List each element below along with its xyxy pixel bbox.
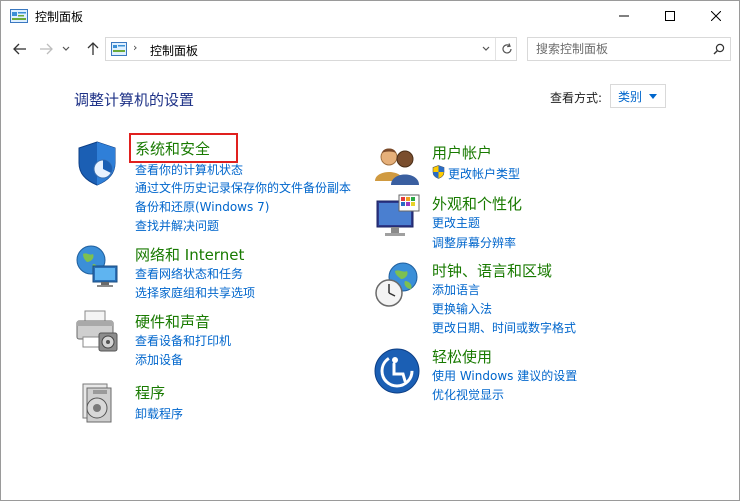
chevron-down-icon: [482, 46, 490, 51]
refresh-button[interactable]: [495, 38, 517, 60]
link-windows-recommended-settings[interactable]: 使用 Windows 建议的设置: [432, 367, 577, 384]
highlight-annotation: [129, 133, 238, 163]
address-dropdown-button[interactable]: [477, 38, 495, 60]
chevron-down-icon: [62, 46, 70, 51]
minimize-button[interactable]: [601, 1, 647, 31]
clock-globe-icon: [375, 262, 418, 307]
maximize-button[interactable]: [647, 1, 693, 31]
control-panel-window: 控制面板 › 控制面板 搜索控制面板 调整计算机的设置 查看方式: 类别 系统和…: [0, 0, 740, 501]
user-accounts-icon: [375, 148, 419, 185]
link-view-computer-status[interactable]: 查看你的计算机状态: [135, 161, 243, 178]
link-network-status[interactable]: 查看网络状态和任务: [135, 265, 243, 282]
ease-of-access-icon: [374, 348, 420, 394]
address-bar[interactable]: › 控制面板: [105, 37, 517, 61]
link-change-theme[interactable]: 更改主题: [432, 214, 480, 231]
search-input[interactable]: [528, 38, 708, 60]
uac-shield-icon: [432, 165, 445, 179]
refresh-icon: [501, 43, 512, 54]
shield-icon: [78, 141, 116, 186]
link-homegroup-sharing[interactable]: 选择家庭组和共享选项: [135, 284, 255, 301]
close-button[interactable]: [693, 1, 739, 31]
control-panel-icon: [10, 9, 28, 23]
forward-button[interactable]: [35, 38, 57, 60]
link-optimize-visual-display[interactable]: 优化视觉显示: [432, 386, 504, 403]
breadcrumb-control-panel[interactable]: 控制面板: [150, 42, 198, 59]
search-button[interactable]: [708, 38, 730, 60]
link-date-time-format[interactable]: 更改日期、时间或数字格式: [432, 319, 576, 336]
category-user-accounts[interactable]: 用户帐户: [432, 142, 492, 163]
up-button[interactable]: [82, 38, 104, 60]
title-bar: 控制面板: [1, 1, 739, 31]
minimize-icon: [619, 15, 629, 17]
link-change-input-method[interactable]: 更换输入法: [432, 300, 492, 317]
programs-icon: [82, 383, 112, 423]
arrow-right-icon: [40, 43, 53, 55]
arrow-up-icon: [87, 42, 99, 55]
view-by-label: 查看方式:: [550, 91, 603, 105]
link-screen-resolution[interactable]: 调整屏幕分辨率: [432, 234, 516, 251]
breadcrumb-separator[interactable]: ›: [133, 41, 137, 54]
link-file-history-backup[interactable]: 通过文件历史记录保存你的文件备份副本: [135, 179, 351, 196]
category-network-internet[interactable]: 网络和 Internet: [135, 244, 244, 265]
monitor-palette-icon: [376, 194, 420, 236]
back-button[interactable]: [9, 38, 31, 60]
close-icon: [711, 11, 721, 21]
search-box[interactable]: [527, 37, 731, 61]
link-devices-printers[interactable]: 查看设备和打印机: [135, 332, 231, 349]
link-uninstall-program[interactable]: 卸载程序: [135, 405, 183, 422]
navigation-bar: › 控制面板: [1, 33, 739, 65]
caret-down-icon: [649, 94, 657, 99]
link-change-account-type[interactable]: 更改帐户类型: [448, 165, 520, 182]
printer-icon: [76, 310, 118, 352]
view-by-value: 类别: [618, 89, 643, 104]
window-title: 控制面板: [35, 10, 84, 24]
page-title: 调整计算机的设置: [74, 91, 195, 109]
link-add-device[interactable]: 添加设备: [135, 351, 183, 368]
maximize-icon: [665, 11, 675, 21]
view-by-dropdown[interactable]: 类别: [610, 84, 666, 108]
category-ease-of-access[interactable]: 轻松使用: [432, 346, 492, 367]
link-add-language[interactable]: 添加语言: [432, 281, 480, 298]
link-backup-restore[interactable]: 备份和还原(Windows 7): [135, 198, 269, 215]
category-clock-language-region[interactable]: 时钟、语言和区域: [432, 260, 552, 281]
control-panel-icon: [111, 42, 127, 56]
search-icon: [713, 43, 725, 55]
network-globe-icon: [76, 245, 118, 287]
category-programs[interactable]: 程序: [135, 382, 165, 403]
category-hardware-sound[interactable]: 硬件和声音: [135, 311, 210, 332]
recent-locations-button[interactable]: [59, 38, 73, 60]
category-appearance-personalization[interactable]: 外观和个性化: [432, 193, 522, 214]
link-troubleshoot[interactable]: 查找并解决问题: [135, 217, 219, 234]
arrow-left-icon: [13, 43, 26, 55]
